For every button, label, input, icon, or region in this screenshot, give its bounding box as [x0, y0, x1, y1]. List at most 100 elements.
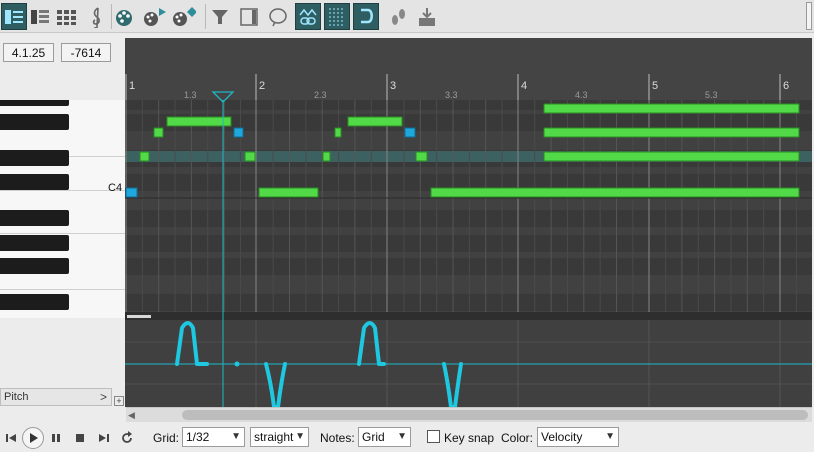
midi-note[interactable]	[543, 103, 800, 114]
black-key[interactable]	[0, 100, 69, 106]
drum-grid-icon	[57, 9, 76, 25]
ruler-bar-label: 6	[783, 80, 789, 92]
midi-note-selected[interactable]	[233, 127, 244, 138]
toolbar	[0, 0, 814, 33]
ruler-bar-label: 1	[129, 80, 135, 92]
midi-note[interactable]	[244, 151, 256, 162]
skip-end-icon	[99, 434, 109, 442]
pause-icon	[52, 434, 60, 442]
midi-note-selected[interactable]	[404, 127, 416, 138]
lasso-button[interactable]	[265, 3, 291, 30]
toolbar-end-handle[interactable]	[806, 2, 812, 30]
ruler-bar-label: 4	[521, 80, 527, 92]
midi-note[interactable]	[347, 116, 403, 127]
chevron-down-icon: ▼	[605, 431, 615, 442]
key-snap-checkbox[interactable]	[427, 430, 440, 443]
horizontal-scrollbar[interactable]: ◀	[126, 407, 812, 422]
ruler-sub-label: 1.3	[184, 90, 197, 100]
notation-mode-button[interactable]	[84, 3, 110, 30]
scroll-left-icon[interactable]: ◀	[128, 410, 138, 420]
snap-icon	[361, 8, 373, 23]
step-input-button[interactable]	[385, 3, 411, 30]
palette-icon	[116, 9, 132, 26]
panel-icon	[240, 7, 258, 26]
lane-divider[interactable]	[125, 312, 812, 320]
named-notes-mode-button[interactable]	[27, 3, 53, 30]
play-icon	[30, 433, 38, 443]
black-key[interactable]	[0, 258, 69, 274]
midi-note[interactable]	[153, 127, 164, 138]
ruler-sub-label: 3.3	[445, 90, 458, 100]
grid-label: Grid:	[153, 431, 180, 445]
ruler-sub-label: 2.3	[314, 90, 327, 100]
black-key[interactable]	[0, 210, 69, 226]
black-key[interactable]	[0, 150, 69, 166]
add-lane-button[interactable]: +	[114, 396, 124, 406]
filter-button[interactable]	[207, 3, 233, 30]
scrollbar-thumb[interactable]	[182, 410, 808, 420]
filter-icon	[212, 9, 228, 24]
snap-toggle-button[interactable]	[353, 3, 379, 30]
cc-lane-name: Pitch	[4, 391, 29, 403]
event-value: -7614	[70, 45, 102, 60]
notes-length-select[interactable]: Grid ▼	[358, 427, 411, 447]
stop-icon	[76, 434, 84, 442]
insert-note-button[interactable]	[414, 3, 440, 30]
grid-toggle-button[interactable]	[324, 3, 350, 30]
grid-division-value: 1/32	[186, 430, 210, 444]
lane-resize-handle[interactable]	[127, 315, 151, 318]
midi-note[interactable]	[543, 151, 800, 162]
midi-note[interactable]	[430, 187, 800, 198]
link-cc-button[interactable]	[295, 3, 321, 30]
grid-icon	[329, 7, 343, 26]
swing-value: straight	[254, 430, 294, 444]
editor-canvas[interactable]: 1 2 3 4 5 6 1.3 2.3 3.3 4.3 5.3	[125, 38, 812, 407]
black-key[interactable]	[0, 235, 69, 251]
palette-play-icon	[144, 7, 166, 26]
palette-diamond-icon	[173, 6, 196, 26]
black-key[interactable]	[0, 294, 69, 310]
named-notes-icon	[31, 9, 49, 24]
midi-note[interactable]	[543, 127, 800, 138]
insert-icon	[419, 7, 435, 26]
cc-lane-selector[interactable]: Pitch >	[0, 388, 112, 406]
pitch-point[interactable]	[234, 361, 240, 367]
color-palette-button[interactable]	[112, 3, 138, 30]
skip-end-button[interactable]	[96, 430, 112, 446]
drum-grid-mode-button[interactable]	[54, 3, 80, 30]
midi-note[interactable]	[415, 151, 428, 162]
stop-button[interactable]	[72, 430, 88, 446]
note-color-value: Velocity	[541, 430, 583, 444]
midi-note[interactable]	[334, 127, 342, 138]
midi-note[interactable]	[139, 151, 150, 162]
midi-note[interactable]	[166, 116, 232, 127]
palette-play-button[interactable]	[141, 3, 167, 30]
piano-keyboard[interactable]: C4	[0, 100, 126, 318]
loop-button[interactable]	[119, 430, 135, 446]
panel-toggle-button[interactable]	[236, 3, 262, 30]
piano-roll-icon	[5, 9, 23, 24]
piano-roll-mode-button[interactable]	[1, 3, 27, 30]
chevron-down-icon: ▼	[231, 431, 241, 442]
play-button[interactable]	[22, 427, 44, 449]
black-key[interactable]	[0, 174, 69, 190]
black-key[interactable]	[0, 114, 69, 130]
event-value-field[interactable]: -7614	[61, 43, 111, 62]
midi-note[interactable]	[322, 151, 331, 162]
ruler-sub-label: 5.3	[705, 90, 718, 100]
grid-division-select[interactable]: 1/32 ▼	[182, 427, 245, 447]
pause-button[interactable]	[48, 430, 64, 446]
midi-note-selected[interactable]	[125, 187, 138, 198]
swing-select[interactable]: straight ▼	[250, 427, 309, 447]
skip-start-icon	[6, 434, 16, 442]
ruler-bar-label: 3	[390, 80, 396, 92]
skip-start-button[interactable]	[3, 430, 19, 446]
chevron-right-icon: >	[99, 390, 107, 404]
midi-editor-window: 4.1.25 -7614 C4 1 2 3 4 5 6 1.3 2.3 3.3 …	[0, 0, 814, 452]
midi-note[interactable]	[258, 187, 319, 198]
time-position-field[interactable]: 4.1.25	[3, 43, 54, 62]
chevron-down-icon: ▼	[295, 431, 305, 442]
ruler-bar-label: 2	[259, 80, 265, 92]
palette-diamond-button[interactable]	[170, 3, 196, 30]
note-color-select[interactable]: Velocity ▼	[537, 427, 619, 447]
